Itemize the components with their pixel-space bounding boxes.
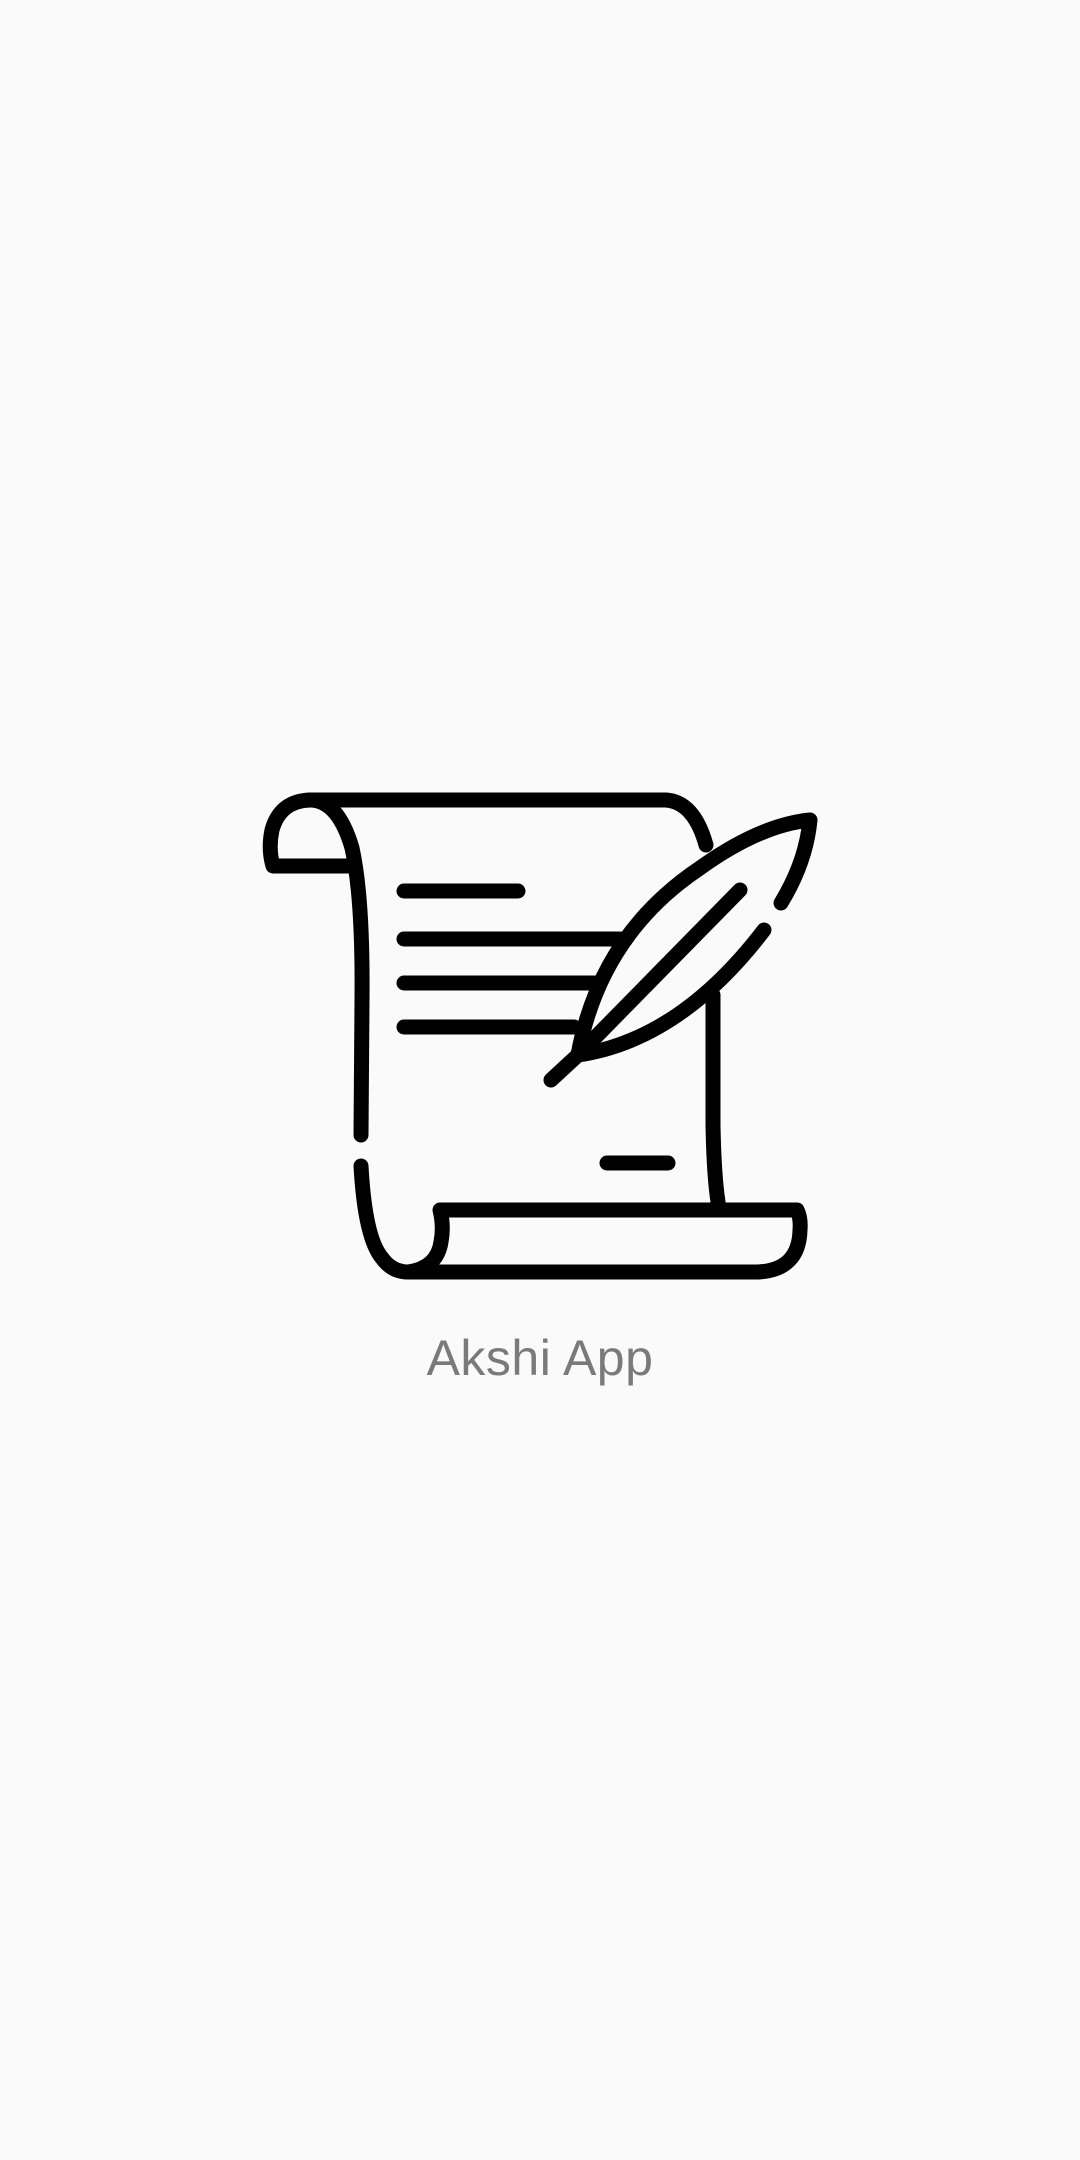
- scroll-inner-curl: [302, 792, 370, 1143]
- scroll-with-quill-icon: [262, 792, 818, 1280]
- app-name-label: Akshi App: [426, 1330, 654, 1386]
- scroll-right-edge: [705, 987, 727, 1216]
- quill-nib: [543, 1047, 586, 1088]
- splash-screen: Akshi App: [0, 0, 1080, 2160]
- scroll-left-edge: [353, 1158, 416, 1280]
- scroll-bottom-roll: [400, 1202, 808, 1280]
